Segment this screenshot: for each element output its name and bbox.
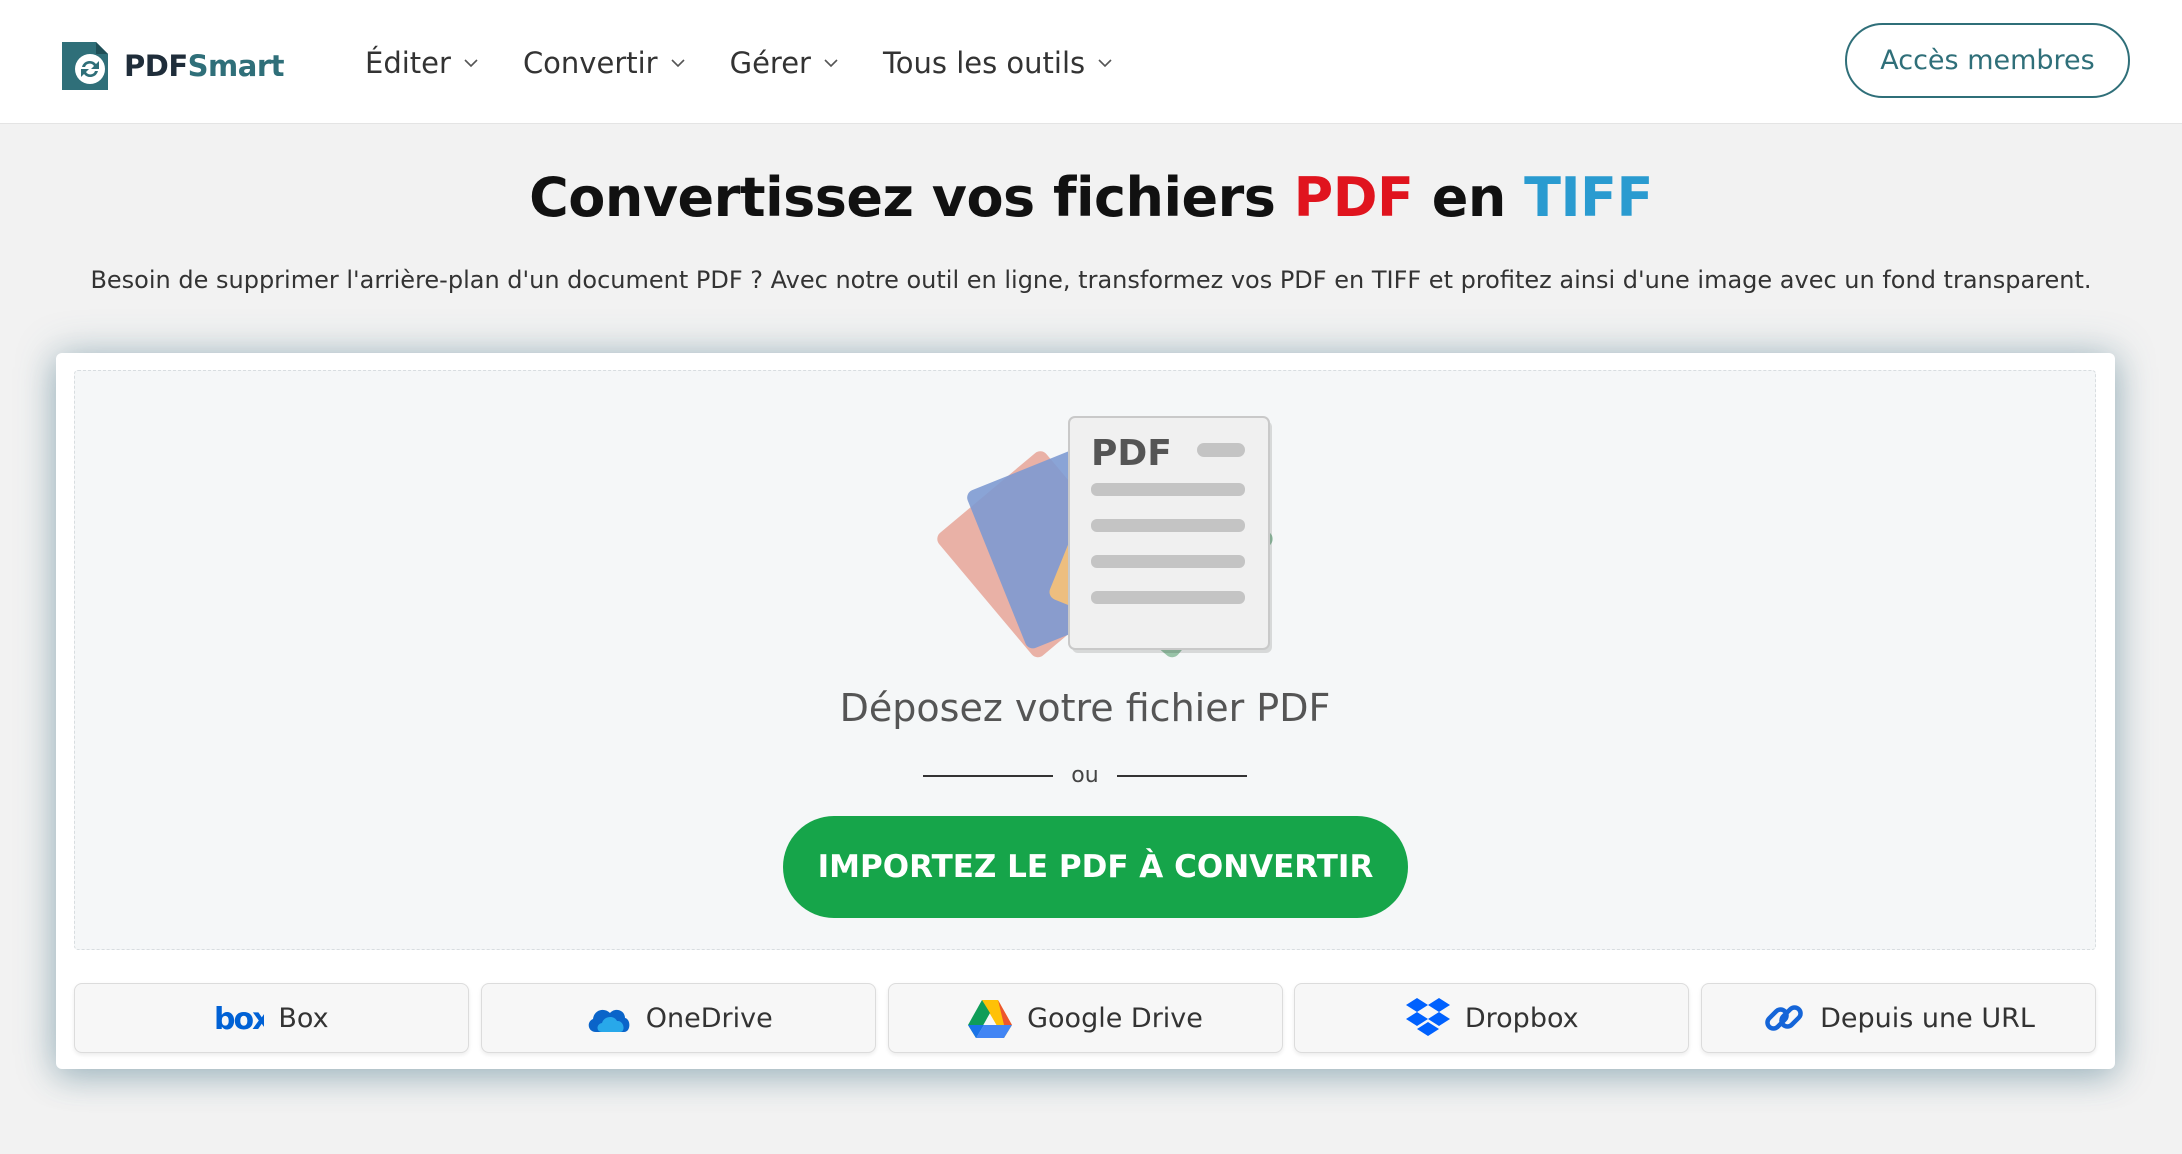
- title-pdf: PDF: [1293, 166, 1414, 229]
- source-box-button[interactable]: box Box: [74, 983, 469, 1053]
- chevron-down-icon: [671, 59, 685, 68]
- logo-text-pdf: PDF: [124, 49, 188, 83]
- page-title: Convertissez vos fichiers PDF en TIFF: [0, 166, 2182, 229]
- cloud-sources-row: box Box OneDrive Google Drive Dropbox De…: [74, 983, 2096, 1053]
- nav-all-tools-label: Tous les outils: [882, 46, 1086, 80]
- svg-text:box: box: [214, 1003, 264, 1033]
- members-access-button[interactable]: Accès membres: [1845, 23, 2130, 98]
- logo-text-smart: Smart: [187, 49, 285, 83]
- title-middle: en: [1413, 166, 1525, 229]
- separator-line-right: [1116, 774, 1247, 777]
- drop-file-text: Déposez votre fichier PDF: [839, 686, 1331, 730]
- file-dropzone[interactable]: PDF Déposez votre fichier PDF ou IMPORTE…: [74, 370, 2096, 950]
- title-tiff: TIFF: [1524, 166, 1653, 229]
- source-onedrive-label: OneDrive: [645, 1002, 773, 1034]
- pdf-files-illustration: PDF: [937, 416, 1273, 658]
- separator-line-left: [923, 774, 1054, 777]
- source-dropbox-button[interactable]: Dropbox: [1294, 983, 1690, 1053]
- nav-edit-label: Éditer: [365, 46, 451, 80]
- pdfsmart-logo-icon: [56, 38, 114, 94]
- nav-manage[interactable]: Gérer: [730, 46, 839, 80]
- pdfsmart-logo[interactable]: PDFSmart: [56, 38, 284, 94]
- chevron-down-icon: [1098, 59, 1112, 68]
- onedrive-icon: [584, 1002, 632, 1034]
- link-icon: [1762, 996, 1806, 1040]
- upload-card: PDF Déposez votre fichier PDF ou IMPORTE…: [56, 353, 2115, 1069]
- logo-text: PDFSmart: [124, 49, 284, 83]
- source-google-drive-button[interactable]: Google Drive: [887, 983, 1283, 1053]
- source-google-drive-label: Google Drive: [1027, 1002, 1203, 1034]
- nav-edit[interactable]: Éditer: [365, 46, 479, 80]
- nav-convert-label: Convertir: [522, 46, 658, 80]
- source-url-label: Depuis une URL: [1820, 1002, 2035, 1034]
- source-url-button[interactable]: Depuis une URL: [1701, 983, 2096, 1053]
- nav-manage-label: Gérer: [729, 46, 811, 80]
- chevron-down-icon: [824, 59, 838, 68]
- or-separator: ou: [75, 763, 2095, 788]
- page-subtitle: Besoin de supprimer l'arrière-plan d'un …: [90, 266, 2092, 294]
- box-icon: box: [214, 1003, 264, 1033]
- illustration-pdf-label: PDF: [1091, 433, 1172, 474]
- nav-all-tools[interactable]: Tous les outils: [883, 46, 1113, 80]
- source-onedrive-button[interactable]: OneDrive: [480, 983, 876, 1053]
- or-text: ou: [1071, 763, 1099, 788]
- google-drive-icon: [967, 998, 1013, 1038]
- top-header: PDFSmart Éditer Convertir Gérer Tous les…: [0, 0, 2182, 124]
- import-pdf-button[interactable]: IMPORTEZ LE PDF À CONVERTIR: [783, 816, 1408, 918]
- title-prefix: Convertissez vos fichiers: [529, 166, 1294, 229]
- dropbox-icon: [1405, 996, 1451, 1040]
- chevron-down-icon: [464, 59, 478, 68]
- source-dropbox-label: Dropbox: [1464, 1002, 1579, 1034]
- main-nav: Éditer Convertir Gérer Tous les outils: [365, 46, 1157, 80]
- nav-convert[interactable]: Convertir: [523, 46, 686, 80]
- source-box-label: Box: [278, 1002, 329, 1034]
